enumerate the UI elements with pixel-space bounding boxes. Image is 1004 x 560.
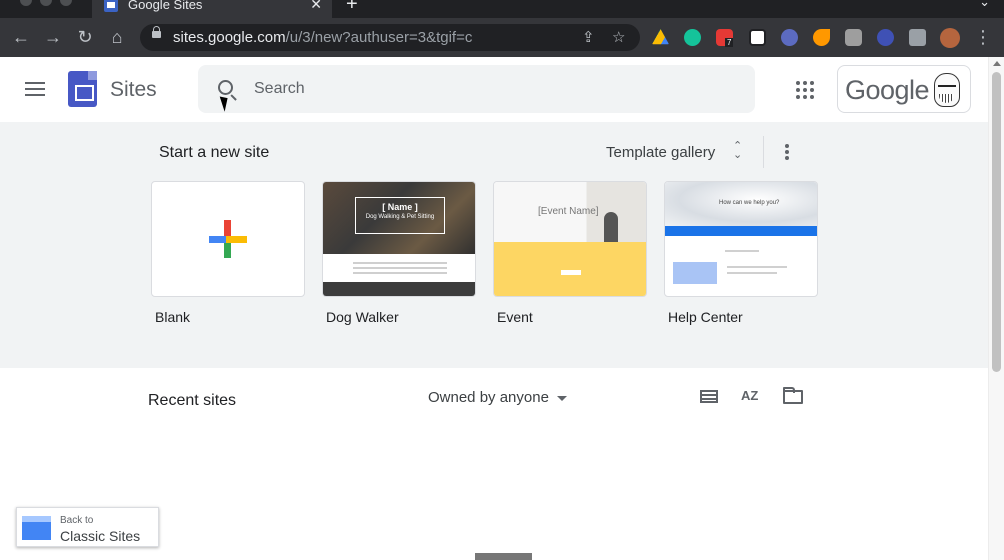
classic-small-label: Back to [60,515,94,526]
grammarly-extension-icon[interactable] [684,29,701,46]
lock-icon[interactable] [152,26,161,38]
reload-icon[interactable]: ↻ [74,26,96,48]
window-maximize-dot[interactable] [60,0,72,6]
home-icon[interactable]: ⌂ [106,26,128,48]
unfold-more-icon[interactable]: ⌃ ⌄ [733,141,742,161]
help-center-thumbnail-hero: How can we help you? [665,182,817,226]
owner-filter-label: Owned by anyone [428,389,549,406]
gear-extension-icon[interactable] [781,29,798,46]
extension-badge: 7 [725,38,734,47]
dog-walker-thumb-title: [ Name ] [382,202,418,212]
window-minimize-dot[interactable] [40,0,52,6]
section-title: Start a new site [159,144,270,161]
sites-favicon-icon [104,0,118,12]
google-apps-grid-icon[interactable] [796,81,814,99]
list-view-icon[interactable] [700,390,718,403]
search-input[interactable] [254,77,734,101]
chat-extension-icon[interactable] [877,29,894,46]
owner-filter-dropdown[interactable]: Owned by anyone [428,389,567,406]
template-label-event[interactable]: Event [497,309,533,325]
orange-extension-icon[interactable] [813,29,830,46]
browser-toolbar: ← → ↻ ⌂ sites.google.com/u/3/new?authuse… [0,18,1004,57]
page-scrollbar[interactable] [988,57,1004,560]
thumbnail-text-line [353,267,447,269]
divider [763,136,764,168]
forward-arrow-icon[interactable]: → [42,26,64,48]
dog-walker-thumb-subtitle: Dog Walking & Pet Sitting [365,214,435,220]
thumbnail-text-line [727,266,787,268]
browser-menu-icon[interactable]: ⋮ [972,26,994,48]
red-extension-icon[interactable]: 7 [716,29,734,47]
thumbnail-text-line [353,262,447,264]
dog-walker-title-box: [ Name ] Dog Walking & Pet Sitting [355,197,445,234]
thumbnail-text-line [725,250,759,252]
classic-sites-icon [22,516,51,540]
app-name[interactable]: Sites [110,78,157,102]
account-avatar [934,73,960,107]
template-card-event[interactable]: [Event Name] [493,181,647,297]
browser-tab[interactable]: Google Sites ✕ [92,0,332,18]
search-icon[interactable] [218,80,233,95]
puzzle-extensions-icon[interactable] [909,29,926,46]
tab-search-chevron-icon[interactable]: ⌄ [979,0,990,10]
profile-avatar[interactable] [940,28,960,48]
back-arrow-icon[interactable]: ← [10,26,32,48]
event-thumbnail-band [494,242,646,296]
folder-icon[interactable] [783,387,803,404]
sites-logo-icon[interactable] [68,71,97,107]
thumbnail-text-line [727,272,777,274]
notion-extension-icon[interactable] [749,29,766,46]
google-account-button[interactable]: Google [837,65,971,113]
new-tab-button[interactable]: + [346,0,358,16]
template-label-help-center[interactable]: Help Center [668,309,743,325]
dog-walker-thumb-footer [323,282,475,296]
template-card-help-center[interactable]: How can we help you? [664,181,818,297]
search-bar[interactable] [198,65,755,113]
plus-icon-bar [209,236,247,243]
help-center-thumb-title: How can we help you? [719,200,780,206]
more-options-icon[interactable] [785,144,789,160]
help-center-thumb-bar [665,226,817,236]
recent-sites-title: Recent sites [148,392,237,409]
main-menu-icon[interactable] [25,82,45,96]
sites-app-header: Sites Google [0,57,988,122]
tab-title: Google Sites [128,0,203,12]
dropdown-caret-icon [556,395,567,401]
scrollbar-thumb[interactable] [992,72,1001,372]
google-account-logo: Google [845,75,930,105]
dog-walker-thumbnail-hero: [ Name ] Dog Walking & Pet Sitting [323,182,475,254]
address-bar[interactable]: sites.google.com/u/3/new?authuser=3&tgif… [140,24,640,51]
event-thumb-button [561,270,581,275]
template-section: Start a new site Template gallery ⌃ ⌄ Bla… [0,122,988,368]
template-gallery-toggle[interactable]: Template gallery [606,144,715,161]
thumbnail-text-line [353,272,447,274]
sort-az-icon[interactable]: AZ [741,388,758,403]
classic-big-label: Classic Sites [60,528,141,544]
browser-tabstrip: Google Sites ✕ + ⌄ [0,0,1004,18]
event-speaker-figure [604,212,618,242]
template-card-dog-walker[interactable]: [ Name ] Dog Walking & Pet Sitting [322,181,476,297]
event-thumbnail-hero: [Event Name] [494,182,646,242]
template-card-blank[interactable] [151,181,305,297]
window-close-dot[interactable] [20,0,32,6]
template-label-dog-walker[interactable]: Dog Walker [326,309,399,325]
share-icon[interactable]: ⇪ [582,28,595,46]
scroll-up-arrow-icon[interactable] [993,61,1001,66]
back-to-classic-sites-button[interactable]: Back to Classic Sites [16,507,159,547]
url-text[interactable]: sites.google.com/u/3/new?authuser=3&tgif… [173,29,472,46]
r-extension-icon[interactable] [845,29,862,46]
bookmark-star-icon[interactable]: ☆ [612,28,625,46]
google-drive-extension-icon[interactable] [652,29,669,45]
template-label-blank[interactable]: Blank [155,309,190,325]
help-center-thumb-image [673,262,717,284]
bottom-drag-handle[interactable] [475,553,532,560]
event-thumb-title: [Event Name] [538,206,599,217]
tab-close-icon[interactable]: ✕ [310,0,322,13]
